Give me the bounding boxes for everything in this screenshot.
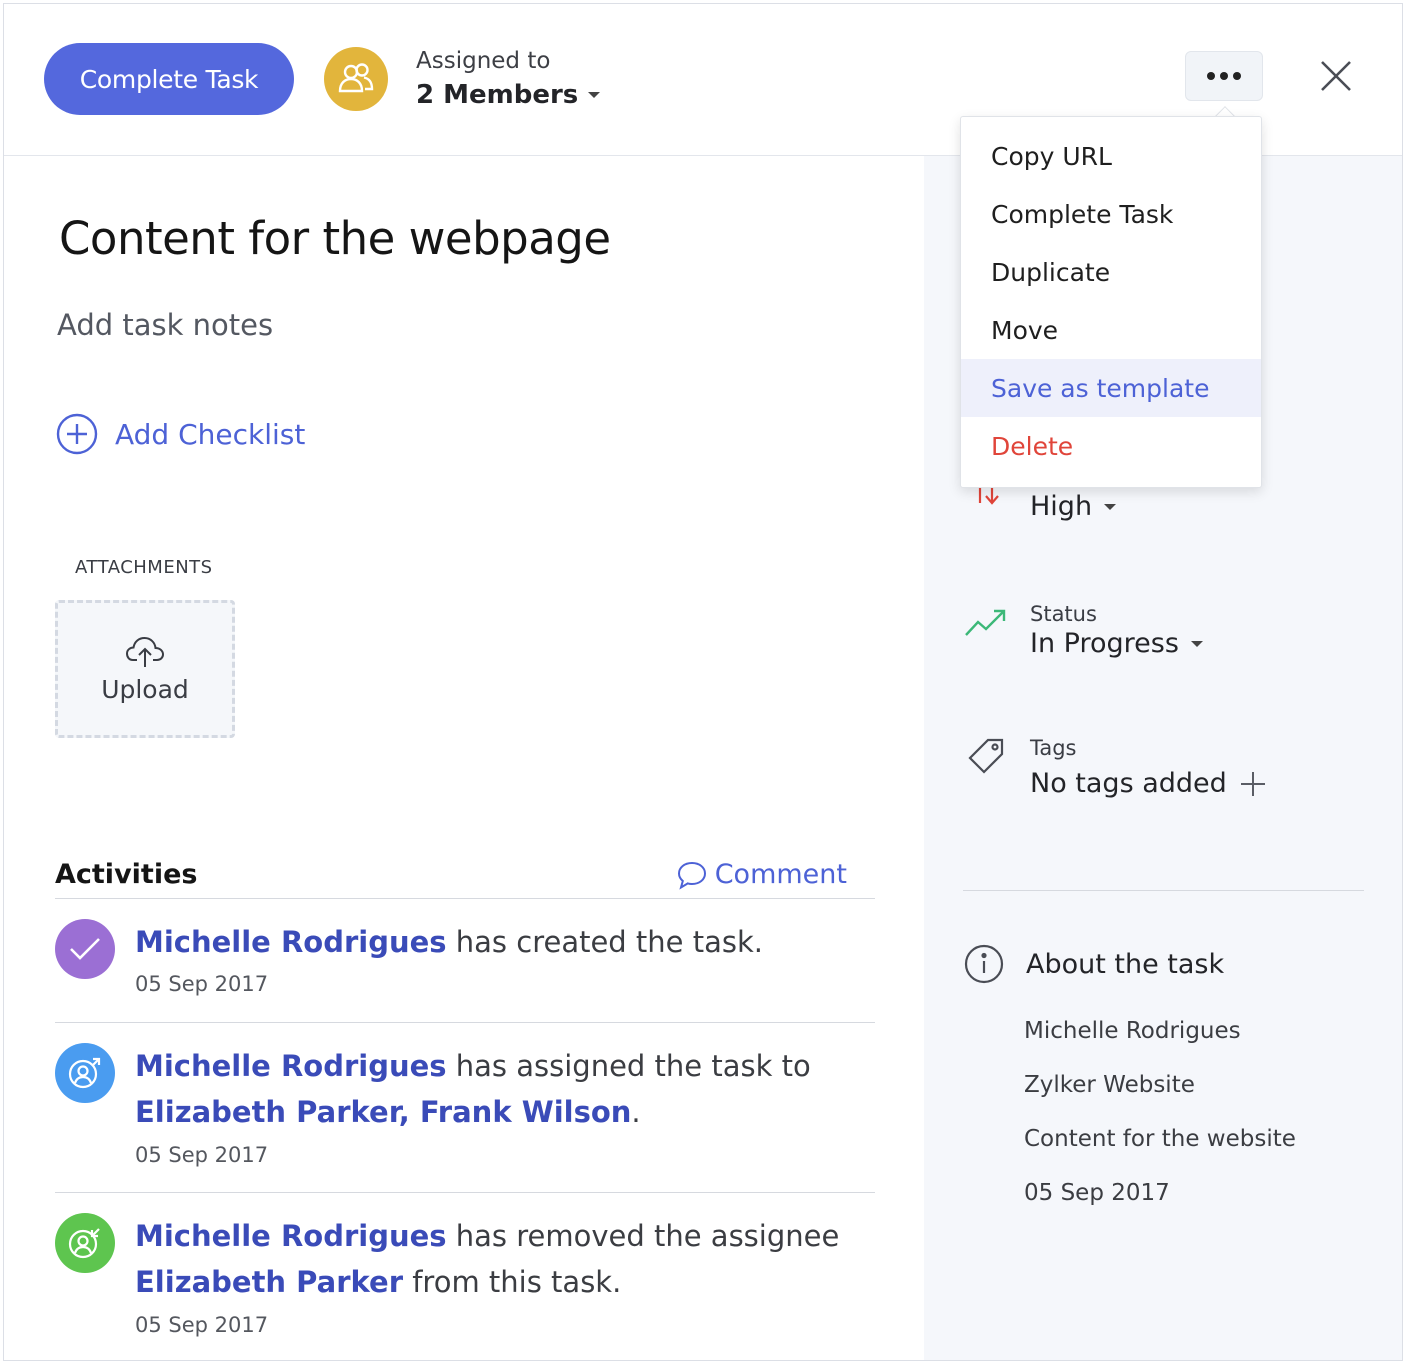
task-title[interactable]: Content for the webpage: [59, 212, 611, 265]
activity-actor-link[interactable]: Michelle Rodrigues: [135, 1049, 447, 1083]
assigned-to-label: Assigned to: [416, 48, 551, 74]
people-icon: [338, 63, 374, 93]
add-checklist-button[interactable]: Add Checklist: [55, 412, 305, 456]
activity-action: has created the task.: [446, 925, 763, 959]
activities-header: Activities Comment: [55, 859, 875, 899]
about-task-title: About the task: [1026, 948, 1225, 980]
activity-target-link[interactable]: Elizabeth Parker, Frank Wilson: [135, 1095, 631, 1129]
close-icon[interactable]: [1316, 56, 1356, 96]
about-created-date: 05 Sep 2017: [1024, 1180, 1170, 1206]
activity-text: Michelle Rodrigues has removed the assig…: [135, 1213, 875, 1305]
info-icon: [964, 944, 1004, 984]
chevron-down-icon: [1190, 640, 1203, 647]
activity-date: 05 Sep 2017: [135, 1313, 269, 1337]
status-value-label: In Progress: [1030, 628, 1179, 659]
comment-button[interactable]: Comment: [677, 859, 847, 890]
plus-icon[interactable]: [1239, 770, 1267, 798]
menu-item-delete[interactable]: Delete: [961, 417, 1261, 475]
tags-value: No tags added: [1030, 768, 1267, 799]
priority-field[interactable]: High: [964, 481, 1364, 531]
ellipsis-icon: [1220, 72, 1228, 80]
activity-icon: [55, 1043, 115, 1103]
more-options-menu: Copy URL Complete Task Duplicate Move Sa…: [960, 116, 1262, 488]
menu-item-copy-url[interactable]: Copy URL: [961, 127, 1261, 185]
comment-label: Comment: [714, 859, 847, 890]
about-owner: Michelle Rodrigues: [1024, 1018, 1241, 1044]
upload-dropzone[interactable]: Upload: [55, 600, 235, 738]
plus-circle-icon: [56, 413, 98, 455]
about-task-header: About the task: [964, 944, 1224, 984]
activity-tail: from this task.: [403, 1265, 622, 1299]
complete-task-button[interactable]: Complete Task: [44, 43, 294, 115]
activity-date: 05 Sep 2017: [135, 1143, 269, 1167]
task-notes-field[interactable]: Add task notes: [57, 308, 273, 342]
activity-icon: [55, 919, 115, 979]
upload-label: Upload: [101, 674, 189, 704]
cloud-upload-icon: [125, 636, 165, 667]
menu-item-duplicate[interactable]: Duplicate: [961, 243, 1261, 301]
menu-item-complete-task[interactable]: Complete Task: [961, 185, 1261, 243]
chevron-down-icon: [588, 92, 601, 98]
attachments-heading: ATTACHMENTS: [75, 557, 213, 578]
activity-item: Michelle Rodrigues has created the task.…: [55, 919, 875, 1023]
activity-item: Michelle Rodrigues has removed the assig…: [55, 1213, 875, 1353]
activity-icon: [55, 1213, 115, 1273]
about-tasklist[interactable]: Content for the website: [1024, 1126, 1296, 1152]
activity-date: 05 Sep 2017: [135, 972, 269, 996]
task-detail-panel: Complete Task Assigned to 2 Members Cont…: [3, 3, 1403, 1361]
priority-value[interactable]: High: [1030, 491, 1117, 522]
about-project[interactable]: Zylker Website: [1024, 1072, 1195, 1098]
user-assign-icon: [68, 1057, 101, 1089]
ellipsis-icon: [1233, 72, 1241, 80]
activity-action: has assigned the task to: [446, 1049, 811, 1083]
activity-tail: .: [631, 1095, 641, 1129]
tags-value-label: No tags added: [1030, 768, 1227, 799]
members-avatar[interactable]: [324, 47, 388, 111]
trend-up-icon: [965, 609, 1006, 636]
ellipsis-icon: [1207, 72, 1215, 80]
tags-label: Tags: [1030, 736, 1077, 760]
add-checklist-label: Add Checklist: [115, 417, 306, 451]
user-remove-icon: [68, 1228, 100, 1259]
tags-field: Tags No tags added: [964, 732, 1364, 812]
speech-bubble-icon: [677, 861, 706, 890]
more-options-button[interactable]: [1185, 51, 1263, 101]
activity-text: Michelle Rodrigues has assigned the task…: [135, 1043, 875, 1135]
activity-actor-link[interactable]: Michelle Rodrigues: [135, 925, 447, 959]
members-label: 2 Members: [416, 80, 579, 110]
activity-text: Michelle Rodrigues has created the task.: [135, 919, 875, 965]
checkmark-icon: [70, 938, 100, 960]
status-field[interactable]: Status In Progress: [964, 596, 1364, 666]
priority-value-label: High: [1030, 491, 1093, 522]
menu-item-save-as-template[interactable]: Save as template: [961, 359, 1261, 417]
activity-item: Michelle Rodrigues has assigned the task…: [55, 1043, 875, 1193]
activity-target-link[interactable]: Elizabeth Parker: [135, 1265, 403, 1299]
status-value[interactable]: In Progress: [1030, 628, 1203, 659]
activity-action: has removed the assignee: [446, 1219, 840, 1253]
tag-icon: [968, 738, 1004, 774]
activity-actor-link[interactable]: Michelle Rodrigues: [135, 1219, 447, 1253]
members-dropdown[interactable]: 2 Members: [416, 80, 601, 110]
activities-title: Activities: [55, 859, 198, 890]
section-divider: [963, 890, 1364, 891]
menu-item-move[interactable]: Move: [961, 301, 1261, 359]
status-label: Status: [1030, 602, 1097, 626]
chevron-down-icon: [1104, 503, 1117, 510]
